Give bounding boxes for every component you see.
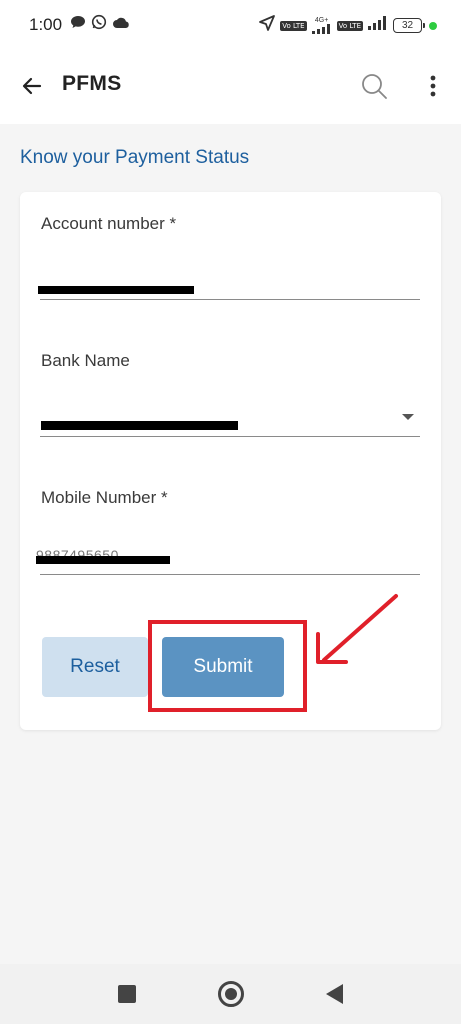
- chevron-down-icon[interactable]: [402, 414, 414, 420]
- more-options-button[interactable]: [416, 68, 450, 104]
- more-vert-icon: [430, 75, 436, 97]
- status-time: 1:00: [29, 15, 63, 34]
- mobile-number-field[interactable]: 9887495650: [36, 532, 420, 574]
- volte-badge-2: Vo LTE: [336, 20, 363, 31]
- battery-level: 32: [401, 20, 414, 31]
- status-left-icons: [70, 14, 130, 35]
- app-bar: PFMS: [0, 50, 461, 124]
- bank-name-redaction: [41, 421, 238, 430]
- volte-badge: Vo LTE: [280, 20, 307, 31]
- signal-icon: [311, 24, 330, 34]
- location-arrow-icon: [258, 14, 276, 37]
- system-nav-bar: [0, 964, 461, 1024]
- page-title: Know your Payment Status: [20, 147, 250, 168]
- back-button[interactable]: [14, 68, 50, 104]
- back-triangle-icon[interactable]: [326, 984, 343, 1004]
- network-type-label: 4G+: [314, 17, 329, 24]
- reset-button[interactable]: Reset: [42, 637, 148, 697]
- account-number-field[interactable]: [40, 252, 420, 302]
- account-number-underline: [40, 299, 420, 300]
- account-number-redaction: [38, 286, 194, 294]
- cloud-icon: [112, 16, 130, 34]
- bank-name-label: Bank Name: [41, 351, 130, 370]
- whatsapp-icon: [91, 14, 107, 35]
- annotation-highlight-box: [148, 620, 307, 712]
- network-type: 4G+: [311, 17, 333, 34]
- green-dot-indicator: [429, 21, 437, 30]
- account-number-label: Account number *: [41, 214, 177, 233]
- recents-square-icon[interactable]: [118, 985, 136, 1003]
- mobile-number-redaction: [36, 556, 170, 564]
- bank-name-underline: [40, 436, 420, 437]
- back-arrow-icon: [22, 77, 42, 95]
- battery-icon: 32: [393, 18, 425, 33]
- home-circle-icon[interactable]: [218, 981, 244, 1007]
- mobile-number-label: Mobile Number *: [41, 488, 168, 507]
- signal-icon: [367, 16, 389, 35]
- status-right-icons: Vo LTE 4G+ Vo LTE 32: [258, 14, 437, 37]
- chat-bubble-icon: [70, 15, 86, 34]
- annotation-arrow-icon: [316, 594, 398, 664]
- search-icon: [362, 74, 387, 99]
- status-bar: 1:00 Vo LTE 4G+ Vo LTE 32: [0, 0, 461, 50]
- app-title: PFMS: [62, 72, 122, 95]
- search-button[interactable]: [356, 68, 392, 104]
- mobile-number-underline: [40, 574, 420, 575]
